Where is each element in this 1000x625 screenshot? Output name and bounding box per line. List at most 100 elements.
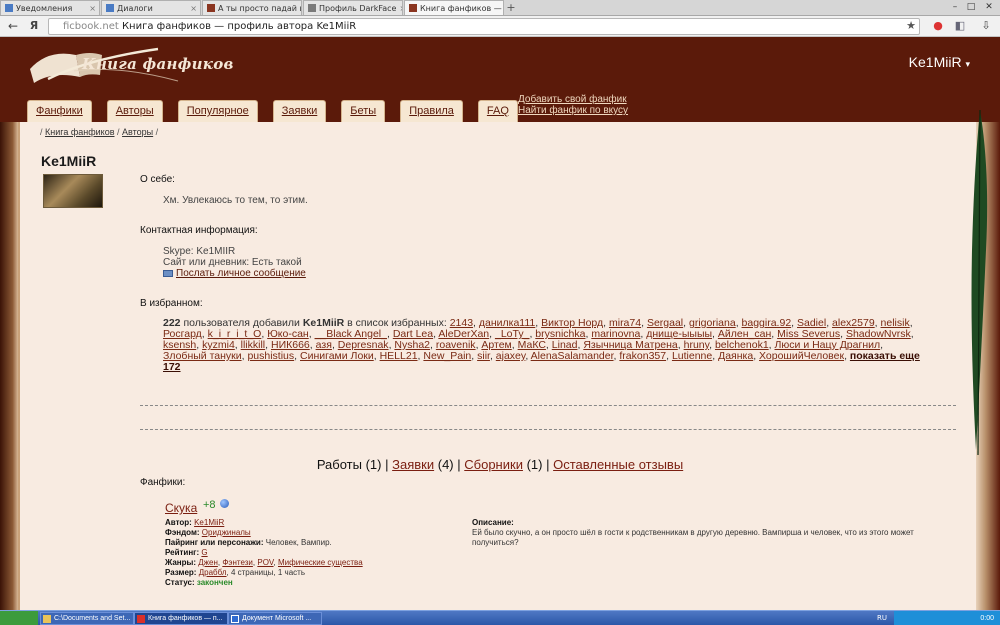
maximize-icon[interactable]: □	[964, 1, 978, 13]
fav-user-link[interactable]: pushistius	[247, 350, 294, 362]
logo-title[interactable]: Книга фанфиков	[82, 55, 234, 73]
adblock-icon[interactable]: ●	[931, 19, 945, 33]
language-indicator[interactable]: RU	[877, 611, 887, 625]
nav-tab-rules[interactable]: Правила	[400, 100, 463, 122]
about-title: О себе:	[140, 174, 175, 185]
nav-tab-faq[interactable]: FAQ	[477, 100, 518, 122]
taskbar-item[interactable]: Книга фанфиков — п...	[134, 612, 228, 625]
contact-site: Сайт или дневник: Есть такой	[163, 257, 302, 268]
breadcrumb-home-link[interactable]: Книга фанфиков	[45, 127, 114, 137]
fav-user-link[interactable]: siir	[477, 350, 490, 362]
nav-tab-betas[interactable]: Беты	[341, 100, 386, 122]
taskbar-item[interactable]: Документ Microsoft ...	[228, 612, 322, 625]
favicon-icon	[207, 4, 215, 12]
start-button[interactable]	[0, 611, 38, 625]
favicon-icon	[409, 4, 417, 12]
fanfic-rating-link[interactable]: G	[201, 548, 207, 557]
taskbar-item[interactable]: C:\Documents and Set...	[40, 612, 134, 625]
user-menu[interactable]: Ke1MiiR ▾	[909, 54, 970, 70]
nav-tab-requests[interactable]: Заявки	[272, 100, 327, 122]
favicon-icon	[106, 4, 114, 12]
fav-user-link[interactable]: AlenaSalamander	[531, 350, 614, 362]
star-icon[interactable]: ★	[904, 19, 918, 33]
add-fanfic-link[interactable]: Добавить свой фанфик	[518, 94, 628, 105]
fanfic-author-link[interactable]: Ke1MiiR	[194, 518, 224, 527]
address-bar[interactable]: ficbook.net Книга фанфиков — профиль авт…	[48, 18, 920, 35]
taskbar: RU 0:00 C:\Documents and Set... Книга фан…	[0, 610, 1000, 625]
fanfic-rating-row: Рейтинг: G	[165, 548, 208, 557]
tab-label: Книга фанфиков — про...	[420, 3, 503, 13]
fanfic-fandom-link[interactable]: Ориджиналы	[202, 528, 251, 537]
breadcrumb-authors-link[interactable]: Авторы	[122, 127, 153, 137]
browser-tab[interactable]: А ты просто падай вниз...×	[202, 0, 302, 15]
avatar	[43, 174, 103, 208]
fav-user-link[interactable]: Lutienne	[672, 350, 712, 362]
fanfic-size-link[interactable]: Драббл	[199, 568, 227, 577]
user-menu-name: Ke1MiiR	[908, 54, 962, 70]
send-message-link[interactable]: Послать личное сообщение	[176, 268, 306, 279]
divider	[140, 429, 956, 430]
works-nav: Работы (1) | Заявки (4) | Сборники (1) |…	[316, 457, 684, 472]
minimize-icon[interactable]: –	[948, 1, 962, 13]
breadcrumb: / Книга фанфиков / Авторы /	[40, 127, 159, 137]
browser-tab[interactable]: Книга фанфиков — про...×	[404, 0, 504, 15]
new-tab-icon[interactable]: +	[505, 2, 517, 15]
genre-link[interactable]: Джен	[198, 558, 218, 567]
genre-link[interactable]: POV	[257, 558, 273, 567]
fav-user-link[interactable]: frakon357	[619, 350, 666, 362]
favicon-icon	[5, 4, 13, 12]
fanfic-title-link[interactable]: Скука	[165, 501, 197, 515]
close-tab-icon[interactable]: ×	[399, 2, 402, 15]
contact-title: Контактная информация:	[140, 225, 258, 236]
genre-link[interactable]: Фэнтези	[222, 558, 253, 567]
collections-link[interactable]: Сборники	[464, 457, 523, 472]
download-icon[interactable]: ⇩	[979, 19, 993, 33]
yandex-logo-icon[interactable]: Я	[27, 19, 41, 33]
yandex-icon	[137, 615, 145, 623]
fav-user-link[interactable]: New_Pain	[423, 350, 471, 362]
find-fanfic-link[interactable]: Найти фанфик по вкусу	[518, 105, 628, 116]
nav-tab-fanfics[interactable]: Фанфики	[27, 100, 92, 122]
browser-tab[interactable]: Диалоги ×	[101, 0, 201, 15]
favicon-icon	[308, 4, 316, 12]
taskbar-item-label: Книга фанфиков — п...	[148, 615, 223, 622]
fanfic-status-row: Статус: закончен	[165, 578, 233, 587]
extensions-icon[interactable]: ◧	[953, 19, 967, 33]
quill-decoration-icon	[971, 110, 988, 456]
nav-tab-popular[interactable]: Популярное	[177, 100, 258, 122]
browser-tab-bar: Уведомления × Диалоги × А ты просто падай вн…	[0, 0, 1000, 16]
system-tray: 0:00	[894, 611, 1000, 625]
about-text: Хм. Увлекаюсь то тем, то этим.	[163, 195, 308, 206]
fav-user-link[interactable]: HELL21	[380, 350, 418, 362]
browser-tab[interactable]: Профиль DarkFace×	[303, 0, 403, 15]
main-nav: Фанфики Авторы Популярное Заявки Беты Пр…	[27, 100, 533, 122]
contact-skype: Skype: Ke1MIIR	[163, 246, 236, 257]
close-window-icon[interactable]: ✕	[982, 1, 996, 13]
fanfic-desc: Ей было скучно, а он просто шёл в гости …	[472, 528, 914, 547]
close-tab-icon[interactable]: ×	[89, 2, 96, 15]
fav-user-link[interactable]: ХорошийЧеловек	[759, 350, 844, 362]
close-tab-icon[interactable]: ×	[190, 2, 197, 15]
browser-toolbar: ← Я ficbook.net Книга фанфиков — профиль…	[0, 16, 1000, 37]
fav-user-link[interactable]: Даянка	[718, 350, 753, 362]
book-edge-left	[0, 122, 18, 610]
url-host: ficbook.net	[63, 21, 119, 32]
reviews-link[interactable]: Оставленные отзывы	[553, 457, 683, 472]
send-message-row: Послать личное сообщение	[163, 268, 306, 279]
tab-label: Уведомления	[16, 3, 73, 13]
clock: 0:00	[980, 615, 994, 622]
globe-icon	[220, 499, 229, 508]
favorites-list: 222 пользователя добавили Ke1MiiR в спис…	[163, 317, 920, 373]
fanfics-title: Фанфики:	[140, 477, 186, 488]
fav-user-link[interactable]: Синигами Локи	[300, 350, 374, 362]
nav-extra-links: Добавить свой фанфик Найти фанфик по вку…	[518, 94, 628, 116]
favorites-title: В избранном:	[140, 298, 203, 309]
browser-tab[interactable]: Уведомления ×	[0, 0, 100, 15]
chevron-down-icon: ▾	[965, 59, 970, 69]
genre-link[interactable]: Мифические существа	[278, 558, 363, 567]
nav-tab-authors[interactable]: Авторы	[106, 100, 163, 122]
fav-user-link[interactable]: ajaxey	[496, 350, 526, 362]
requests-link[interactable]: Заявки	[392, 457, 434, 472]
back-icon[interactable]: ←	[6, 19, 20, 33]
fanfic-author-row: Автор: Ke1MiiR	[165, 518, 225, 527]
